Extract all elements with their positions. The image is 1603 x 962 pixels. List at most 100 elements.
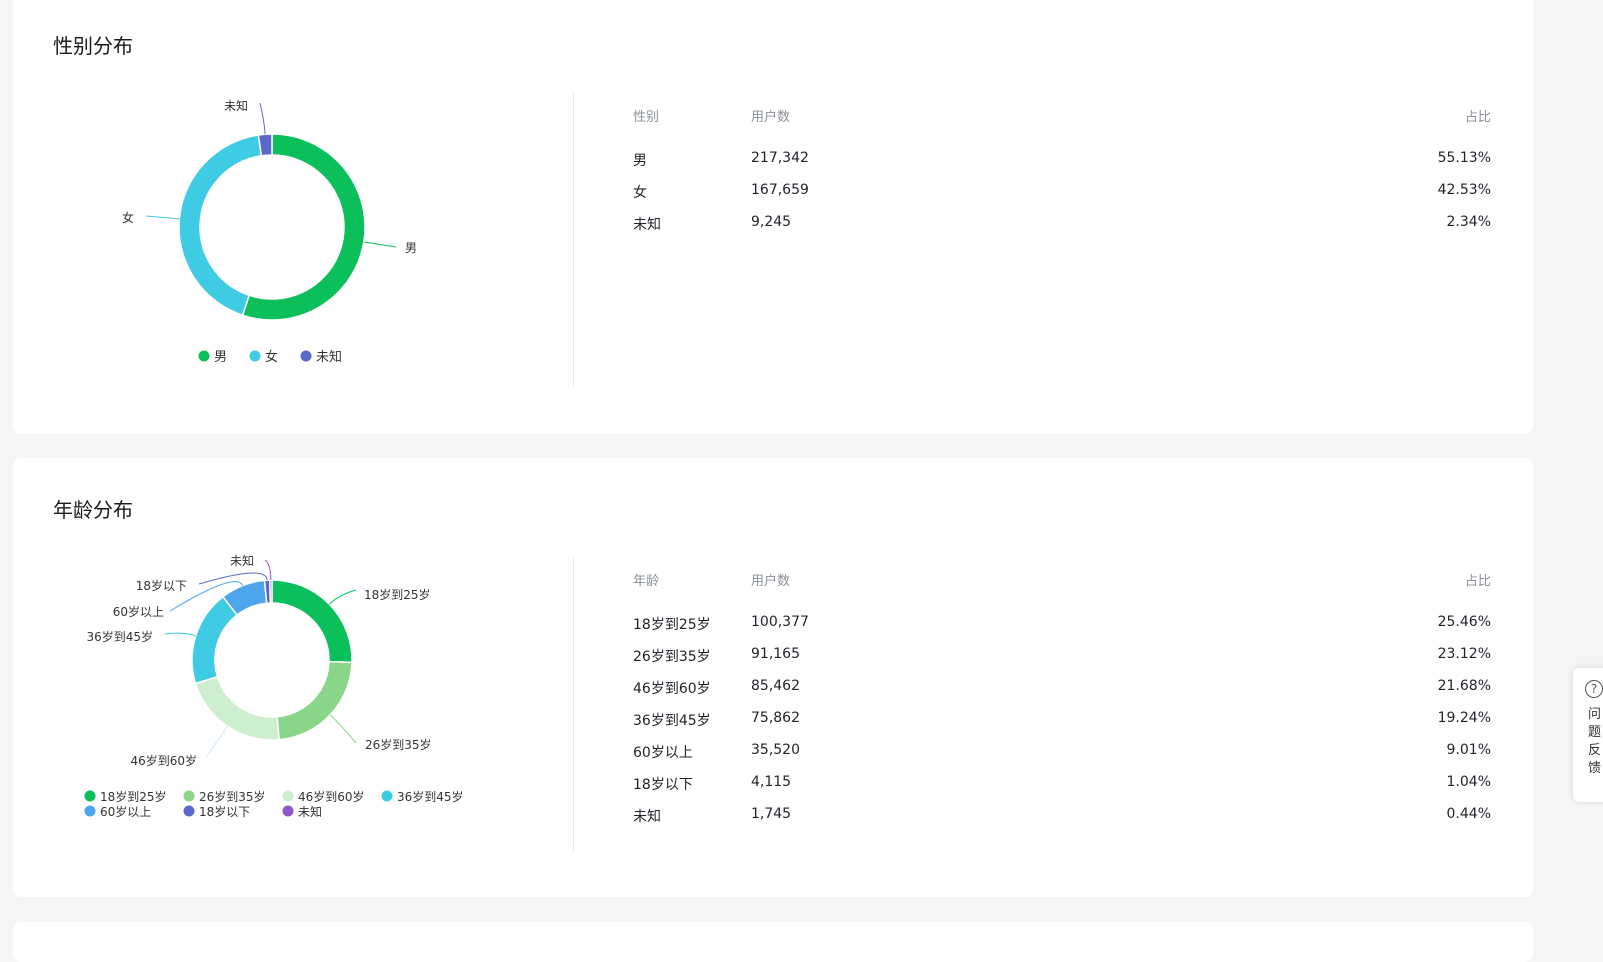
- cell-ratio: 19.24%: [1437, 710, 1491, 726]
- cell-category: 46岁到60岁: [633, 681, 711, 697]
- gender-card: 性别分布 男女未知男女未知 性别 用户数 占比 男 217,342 55.13%…: [13, 0, 1533, 434]
- donut-slice-2[interactable]: [194, 675, 280, 741]
- cell-ratio: 1.04%: [1446, 774, 1491, 790]
- legend-dot-2[interactable]: [300, 350, 312, 362]
- legend-label-2[interactable]: 46岁到60岁: [298, 789, 365, 804]
- legend-label-4[interactable]: 60岁以上: [100, 804, 151, 819]
- cell-ratio: 2.34%: [1446, 214, 1491, 230]
- header-user-count: 用户数: [751, 110, 791, 125]
- cell-category: 未知: [633, 217, 661, 233]
- cell-user-count: 100,377: [751, 614, 809, 630]
- legend-dot-1[interactable]: [183, 790, 195, 802]
- legend-label-1[interactable]: 26岁到35岁: [199, 789, 266, 804]
- cell-ratio: 55.13%: [1437, 150, 1491, 166]
- label-line-1: [145, 215, 180, 220]
- table-row: 18岁到25岁 100,377 25.46%: [633, 614, 1491, 646]
- table-row: 60岁以上 35,520 9.01%: [633, 742, 1491, 774]
- cell-user-count: 4,115: [751, 774, 792, 790]
- cell-category: 26岁到35岁: [633, 649, 711, 665]
- slice-label-2: 未知: [224, 99, 248, 113]
- donut-slice-6[interactable]: [269, 579, 273, 604]
- legend-dot-3[interactable]: [381, 790, 393, 802]
- slice-label-3: 36岁到45岁: [86, 629, 153, 644]
- age-card: 年龄分布 18岁到25岁 26岁到35岁 46岁到60岁 36岁到45岁 60岁以上 18…: [13, 458, 1533, 897]
- question-circle-icon: ?: [1585, 680, 1603, 698]
- gender-table-header: 性别 用户数 占比: [633, 106, 1491, 150]
- cell-ratio: 9.01%: [1446, 742, 1491, 758]
- label-line-3: [164, 632, 196, 637]
- age-donut-chart: 18岁到25岁26岁到35岁46岁到60岁36岁到45岁60岁以上18岁以下未知…: [84, 554, 464, 819]
- table-row: 26岁到35岁 91,165 23.12%: [633, 646, 1491, 678]
- slice-label-5: 18岁以下: [136, 578, 187, 593]
- table-row: 未知 9,245 2.34%: [633, 214, 1491, 246]
- header-ratio: 占比: [1464, 574, 1491, 589]
- legend-label-5[interactable]: 18岁以下: [199, 804, 250, 819]
- cell-category: 60岁以上: [633, 745, 693, 761]
- label-line-2: [259, 102, 266, 135]
- slice-label-0: 男: [405, 241, 417, 255]
- cell-category: 男: [633, 153, 647, 169]
- legend-label-0[interactable]: 18岁到25岁: [100, 789, 167, 804]
- feedback-button[interactable]: ? 问题反馈: [1573, 668, 1603, 802]
- slice-label-6: 未知: [230, 554, 254, 568]
- cell-category: 未知: [633, 809, 661, 825]
- cell-user-count: 9,245: [751, 214, 792, 230]
- label-line-0: [363, 241, 397, 248]
- label-line-0: [329, 589, 357, 605]
- age-divider: [573, 558, 574, 851]
- cell-category: 女: [633, 185, 647, 201]
- cell-user-count: 75,862: [751, 710, 800, 726]
- table-row: 36岁到45岁 75,862 19.24%: [633, 710, 1491, 742]
- cell-category: 18岁以下: [633, 777, 693, 793]
- feedback-label: 问题反馈: [1588, 707, 1602, 776]
- legend-dot-2[interactable]: [282, 790, 294, 802]
- slice-label-0: 18岁到25岁: [364, 587, 431, 602]
- legend-label-0[interactable]: 男: [214, 350, 227, 365]
- slice-label-1: 26岁到35岁: [365, 737, 432, 752]
- legend-dot-4[interactable]: [84, 805, 96, 817]
- cell-ratio: 23.12%: [1437, 646, 1491, 662]
- donut-slice-0[interactable]: [241, 133, 366, 321]
- cell-user-count: 85,462: [751, 678, 800, 694]
- legend-label-3[interactable]: 36岁到45岁: [397, 789, 464, 804]
- label-line-1: [329, 714, 357, 744]
- legend-dot-0[interactable]: [84, 790, 96, 802]
- gender-divider: [573, 93, 574, 386]
- cell-ratio: 0.44%: [1446, 806, 1491, 822]
- cell-user-count: 91,165: [751, 646, 800, 662]
- label-line-2: [205, 726, 228, 758]
- donut-slice-1[interactable]: [276, 660, 353, 741]
- slice-label-1: 女: [122, 210, 134, 225]
- gender-table: 性别 用户数 占比 男 217,342 55.13% 女 167,659 42.…: [633, 106, 1491, 246]
- legend-label-6[interactable]: 未知: [298, 805, 322, 819]
- header-gender: 性别: [633, 110, 660, 125]
- legend-label-2[interactable]: 未知: [316, 349, 342, 365]
- table-row: 46岁到60岁 85,462 21.68%: [633, 678, 1491, 710]
- cell-ratio: 21.68%: [1437, 678, 1491, 694]
- slice-label-2: 46岁到60岁: [130, 753, 197, 768]
- cell-user-count: 1,745: [751, 806, 792, 822]
- legend-dot-1[interactable]: [249, 350, 261, 362]
- table-row: 18岁以下 4,115 1.04%: [633, 774, 1491, 806]
- legend-dot-6[interactable]: [282, 805, 294, 817]
- donut-slice-2[interactable]: [257, 133, 273, 157]
- next-card: [13, 922, 1533, 962]
- cell-user-count: 35,520: [751, 742, 800, 758]
- slice-label-4: 60岁以上: [113, 604, 164, 619]
- donut-slice-3[interactable]: [191, 595, 239, 685]
- cell-category: 36岁到45岁: [633, 713, 711, 729]
- legend-label-1[interactable]: 女: [265, 349, 278, 365]
- cell-category: 18岁到25岁: [633, 617, 711, 633]
- donut-slice-1[interactable]: [178, 134, 263, 317]
- donut-slice-0[interactable]: [271, 579, 353, 664]
- legend-dot-5[interactable]: [183, 805, 195, 817]
- table-row: 女 167,659 42.53%: [633, 182, 1491, 214]
- header-ratio: 占比: [1464, 110, 1491, 125]
- legend-dot-0[interactable]: [198, 350, 210, 362]
- header-age: 年龄: [633, 574, 660, 589]
- cell-ratio: 25.46%: [1437, 614, 1491, 630]
- age-table: 年龄 用户数 占比 18岁到25岁 100,377 25.46% 26岁到35岁…: [633, 570, 1491, 838]
- cell-user-count: 217,342: [751, 150, 809, 166]
- gender-donut-chart: 男女未知男女未知: [122, 99, 417, 365]
- table-row: 未知 1,745 0.44%: [633, 806, 1491, 838]
